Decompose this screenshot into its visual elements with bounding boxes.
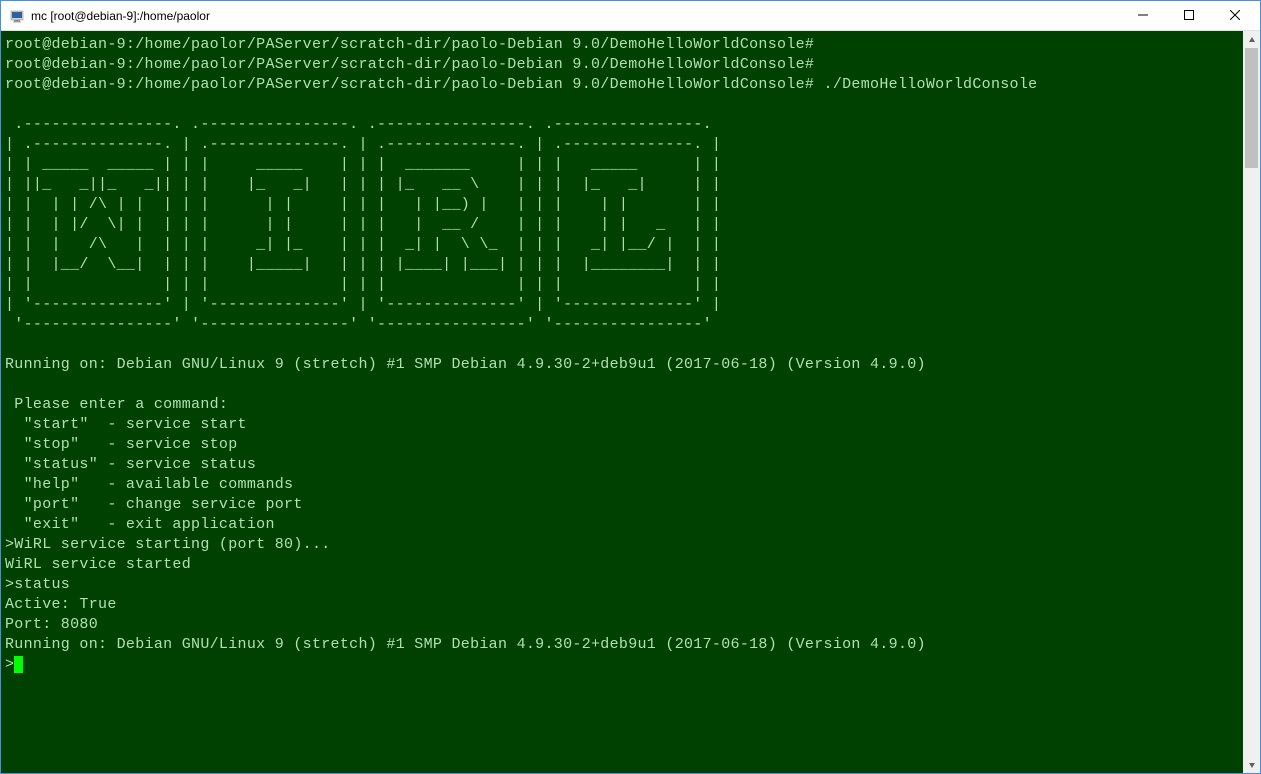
cursor — [14, 656, 23, 673]
menu-line: "stop" - service stop — [5, 436, 238, 453]
window-controls — [1120, 1, 1258, 30]
minimize-button[interactable] — [1120, 1, 1166, 29]
ascii-art-line: | | _____ _____ | | | _____ | | | ______… — [5, 156, 721, 173]
session-line: Active: True — [5, 596, 117, 613]
ascii-art-line: | | | |/ \| | | | | | | | | | | __ / | |… — [5, 216, 721, 233]
scrollbar-track[interactable] — [1243, 48, 1260, 756]
menu-line: "exit" - exit application — [5, 516, 275, 533]
ascii-art-line: | .--------------. | .--------------. | … — [5, 136, 721, 153]
prompt-line: root@debian-9:/home/paolor/PAServer/scra… — [5, 36, 814, 53]
scrollbar-up-arrow[interactable] — [1243, 31, 1260, 48]
session-line: >status — [5, 576, 70, 593]
window-title: mc [root@debian-9]:/home/paolor — [31, 9, 1120, 23]
running-on-line: Running on: Debian GNU/Linux 9 (stretch)… — [5, 356, 926, 373]
menu-line: "status" - service status — [5, 456, 256, 473]
app-window: mc [root@debian-9]:/home/paolor root@deb… — [0, 0, 1261, 774]
menu-line: "help" - available commands — [5, 476, 293, 493]
session-line: Running on: Debian GNU/Linux 9 (stretch)… — [5, 636, 926, 653]
ascii-art-line: | | |__/ \__| | | | |_____| | | | |____|… — [5, 256, 721, 273]
maximize-button[interactable] — [1166, 1, 1212, 29]
menu-line: "start" - service start — [5, 416, 247, 433]
menu-line: "port" - change service port — [5, 496, 303, 513]
scrollbar-down-arrow[interactable] — [1243, 756, 1260, 773]
scrollbar-thumb[interactable] — [1245, 48, 1258, 168]
ascii-art-line: | '--------------' | '--------------' | … — [5, 296, 721, 313]
session-line: WiRL service started — [5, 556, 191, 573]
scrollbar[interactable] — [1243, 31, 1260, 773]
ascii-art-line: | | | | | | | | | | | | | — [5, 276, 721, 293]
ascii-art-line: .----------------. .----------------. .-… — [5, 116, 712, 133]
ascii-art-line: | | | | /\ | | | | | | | | | | | |__) | … — [5, 196, 721, 213]
prompt-char: > — [5, 656, 14, 673]
close-button[interactable] — [1212, 1, 1258, 29]
prompt-line: root@debian-9:/home/paolor/PAServer/scra… — [5, 76, 1037, 93]
session-line: >WiRL service starting (port 80)... — [5, 536, 331, 553]
prompt-line: root@debian-9:/home/paolor/PAServer/scra… — [5, 56, 814, 73]
ascii-art-line: | | | /\ | | | | _| |_ | | | _| | \ \_ |… — [5, 236, 721, 253]
ascii-art-line: '----------------' '----------------' '-… — [5, 316, 712, 333]
terminal-area: root@debian-9:/home/paolor/PAServer/scra… — [1, 31, 1260, 773]
titlebar[interactable]: mc [root@debian-9]:/home/paolor — [1, 1, 1260, 31]
ascii-art-line: | ||_ _||_ _|| | | |_ _| | | | |_ __ \ |… — [5, 176, 721, 193]
session-line: Port: 8080 — [5, 616, 98, 633]
terminal[interactable]: root@debian-9:/home/paolor/PAServer/scra… — [1, 31, 1243, 773]
app-icon — [9, 8, 25, 24]
menu-line: Please enter a command: — [5, 396, 228, 413]
